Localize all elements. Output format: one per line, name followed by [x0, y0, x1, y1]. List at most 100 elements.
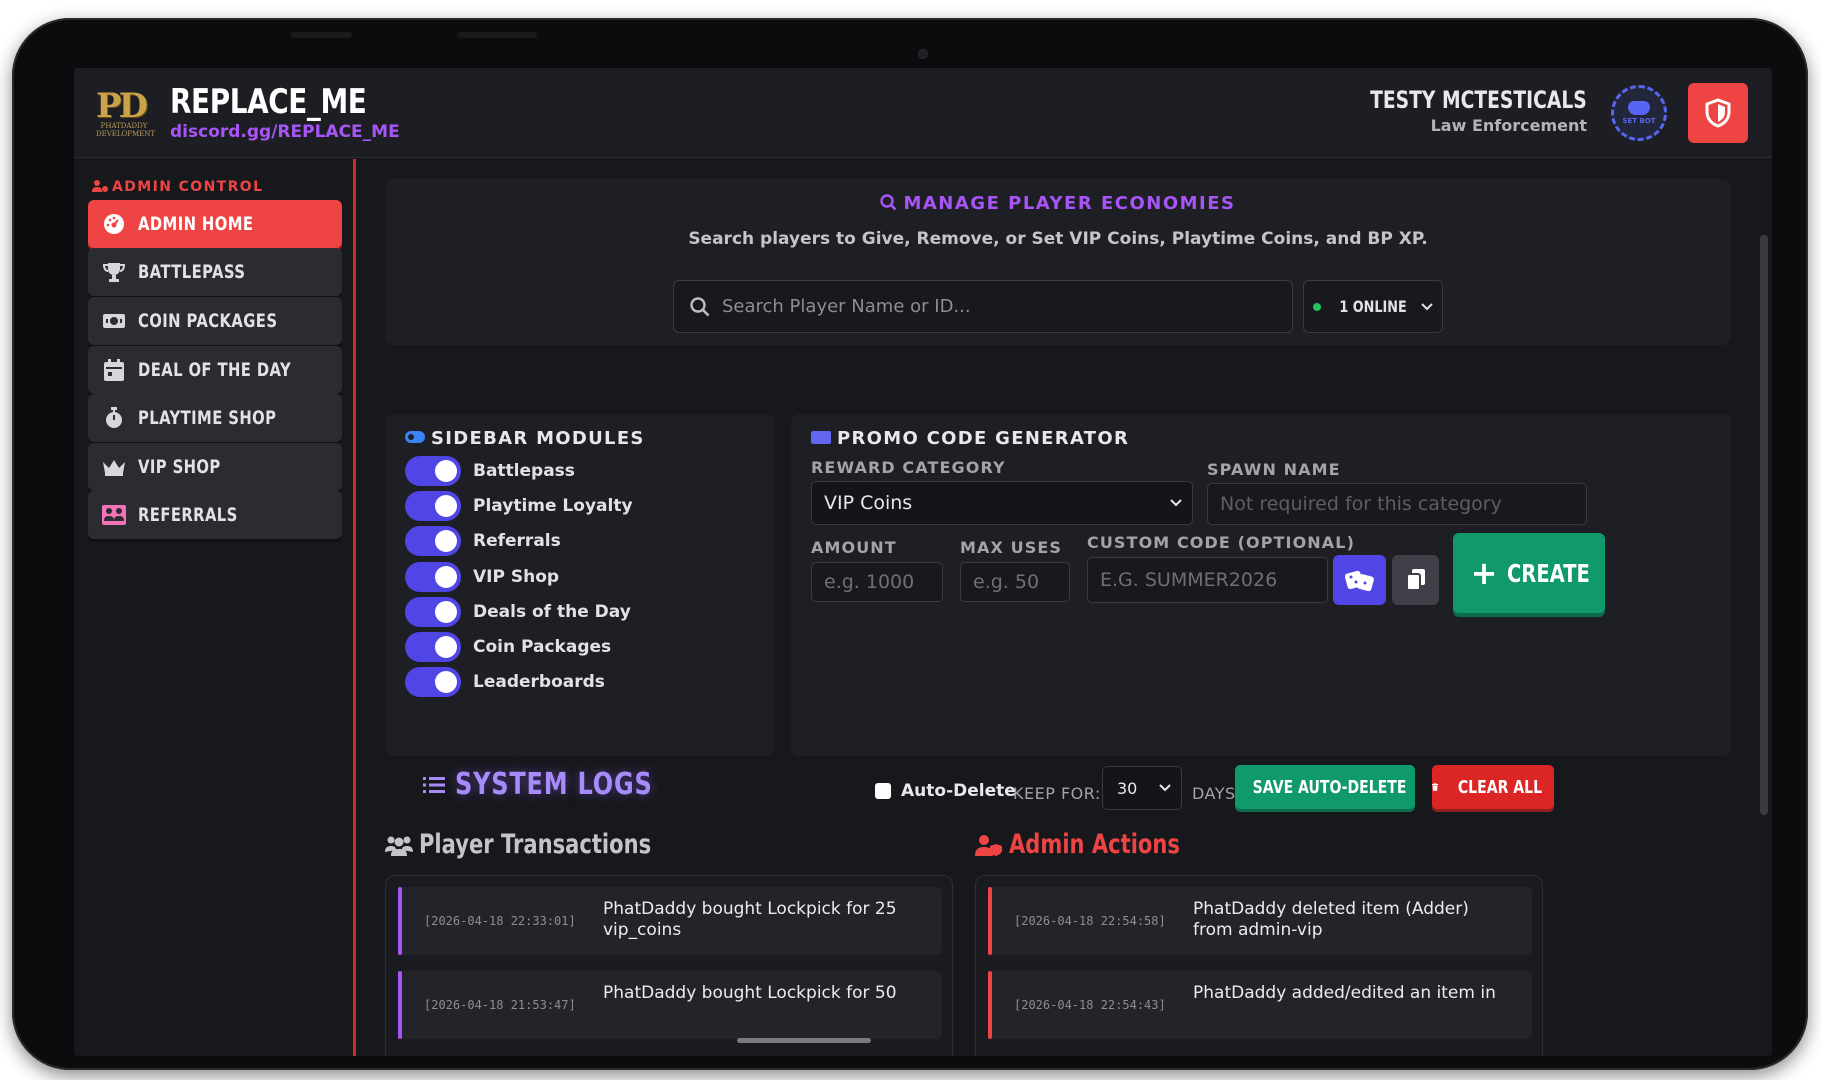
modules-title-label: SIDEBAR MODULES	[431, 428, 645, 449]
users-icon	[385, 836, 413, 856]
copy-code-button[interactable]	[1392, 555, 1439, 605]
sidebar-item-referrals[interactable]: REFERRALS	[88, 491, 342, 539]
module-toggle-row: Coin Packages	[405, 632, 611, 662]
main-scrollbar[interactable]	[1760, 235, 1768, 815]
keep-for-select[interactable]: 30	[1102, 766, 1182, 810]
log-entry: [2026-04-18 22:33:01] PhatDaddy bought L…	[398, 887, 942, 955]
system-logs-title: SYSTEM LOGS	[423, 767, 702, 802]
amount-label: AMOUNT	[811, 538, 897, 557]
amount-placeholder: e.g. 1000	[824, 571, 915, 593]
module-toggle-leaderboards[interactable]	[405, 667, 461, 697]
chevron-down-icon	[1421, 302, 1433, 310]
module-label: Leaderboards	[473, 672, 605, 692]
user-name: TESTY MCTESTICALS	[1370, 86, 1587, 114]
discord-badge-text: SET BOT	[1622, 117, 1656, 125]
sidebar-item-label: DEAL OF THE DAY	[138, 359, 292, 381]
module-toggle-coin-packages[interactable]	[405, 632, 461, 662]
search-icon	[690, 296, 710, 316]
discord-bot-button[interactable]: SET BOT	[1611, 85, 1667, 141]
module-toggle-row: VIP Shop	[405, 562, 559, 592]
sidebar-item-label: ADMIN HOME	[138, 213, 254, 235]
users-icon	[102, 503, 126, 527]
max-uses-label: MAX USES	[960, 538, 1062, 557]
module-toggle-deals-of-the-day[interactable]	[405, 597, 461, 627]
brand-title: REPLACE_ME	[170, 82, 367, 122]
chevron-down-icon	[1170, 499, 1182, 507]
economies-title: MANAGE PLAYER ECONOMIES	[385, 193, 1731, 214]
main-content: MANAGE PLAYER ECONOMIES Search players t…	[359, 159, 1772, 1056]
custom-code-placeholder: E.G. SUMMER2026	[1100, 569, 1278, 591]
sidebar-item-deal-of-the-day[interactable]: DEAL OF THE DAY	[88, 346, 342, 394]
random-code-button[interactable]	[1333, 555, 1386, 605]
tablet-frame: PD PHATDADDY DEVELOPMENT REPLACE_ME disc…	[12, 18, 1808, 1070]
logo-subtext: PHATDADDY DEVELOPMENT	[96, 122, 156, 138]
module-toggle-playtime-loyalty[interactable]	[405, 491, 461, 521]
log-accent-bar	[398, 887, 402, 955]
auto-delete-toggle[interactable]: Auto-Delete	[875, 781, 1016, 801]
shield-button[interactable]	[1688, 83, 1748, 143]
sidebar-heading-label: ADMIN CONTROL	[112, 179, 264, 195]
online-players-dropdown[interactable]: 1 ONLINE	[1303, 280, 1443, 333]
sidebar-item-vip-shop[interactable]: VIP SHOP	[88, 443, 342, 491]
module-label: Playtime Loyalty	[473, 496, 633, 516]
list-icon	[423, 776, 445, 793]
admin-actions-label: Admin Actions	[1009, 829, 1180, 860]
tablet-button	[457, 32, 537, 38]
user-shield-icon	[92, 180, 108, 192]
user-role: Law Enforcement	[1430, 116, 1587, 135]
toggle-icon	[405, 431, 425, 443]
days-label: DAYS	[1192, 784, 1236, 803]
dice-icon	[1344, 570, 1374, 592]
spawn-name-label: SPAWN NAME	[1207, 460, 1341, 479]
sidebar-item-label: BATTLEPASS	[138, 261, 246, 283]
module-toggle-row: Referrals	[405, 526, 561, 556]
clear-all-label: CLEAR ALL	[1457, 776, 1543, 798]
save-auto-delete-button[interactable]: SAVE AUTO-DELETE	[1235, 765, 1415, 809]
keep-for-label: KEEP FOR:	[1013, 784, 1101, 803]
create-promo-button[interactable]: + CREATE	[1453, 533, 1605, 613]
module-toggle-referrals[interactable]	[405, 526, 461, 556]
sidebar-item-label: VIP SHOP	[138, 456, 221, 478]
reward-category-select[interactable]: VIP Coins	[811, 481, 1193, 525]
log-message: PhatDaddy bought Lockpick for 25 vip_coi…	[603, 899, 897, 940]
screen: PD PHATDADDY DEVELOPMENT REPLACE_ME disc…	[74, 68, 1772, 1056]
sidebar-item-coin-packages[interactable]: COIN PACKAGES	[88, 297, 342, 345]
spawn-name-input[interactable]: Not required for this category	[1207, 483, 1587, 525]
module-toggle-battlepass[interactable]	[405, 456, 461, 486]
calendar-icon	[102, 358, 126, 382]
brand-logo: PD PHATDADDY DEVELOPMENT	[96, 86, 156, 140]
chevron-down-icon	[1159, 784, 1171, 792]
sidebar-item-playtime-shop[interactable]: PLAYTIME SHOP	[88, 394, 342, 442]
module-toggle-row: Battlepass	[405, 456, 575, 486]
create-label: CREATE	[1507, 558, 1591, 588]
discord-link[interactable]: discord.gg/REPLACE_ME	[170, 122, 400, 142]
player-transactions-label: Player Transactions	[419, 829, 652, 860]
player-transactions-heading: Player Transactions	[385, 829, 717, 860]
economies-title-label: MANAGE PLAYER ECONOMIES	[903, 193, 1236, 214]
module-toggle-vip-shop[interactable]	[405, 562, 461, 592]
sidebar-item-admin-home[interactable]: ADMIN HOME	[88, 200, 342, 248]
auto-delete-label: Auto-Delete	[901, 781, 1016, 801]
economies-description: Search players to Give, Remove, or Set V…	[688, 229, 1428, 249]
module-label: Referrals	[473, 531, 561, 551]
user-shield-icon	[975, 834, 1002, 856]
copy-icon	[1405, 569, 1425, 591]
log-timestamp: [2026-04-18 21:53:47]	[424, 998, 576, 1012]
search-icon	[880, 194, 897, 211]
module-toggle-row: Playtime Loyalty	[405, 491, 633, 521]
search-placeholder: Search Player Name or ID...	[722, 296, 971, 317]
module-toggle-row: Deals of the Day	[405, 597, 631, 627]
log-message: PhatDaddy deleted item (Adder) from admi…	[1193, 899, 1469, 940]
sidebar-item-battlepass[interactable]: BATTLEPASS	[88, 248, 342, 296]
log-message: PhatDaddy bought Lockpick for 50	[603, 983, 897, 1003]
online-count: 1 ONLINE	[1339, 297, 1407, 316]
modules-title: SIDEBAR MODULES	[405, 428, 645, 449]
home-indicator[interactable]	[737, 1038, 871, 1043]
auto-delete-checkbox[interactable]	[875, 783, 891, 799]
custom-code-input[interactable]: E.G. SUMMER2026	[1087, 557, 1328, 603]
clear-all-button[interactable]: CLEAR ALL	[1432, 765, 1554, 809]
max-uses-input[interactable]: e.g. 50	[960, 562, 1070, 602]
player-search-input[interactable]: Search Player Name or ID...	[673, 280, 1293, 333]
amount-input[interactable]: e.g. 1000	[811, 562, 943, 602]
plus-icon: +	[1470, 554, 1498, 592]
